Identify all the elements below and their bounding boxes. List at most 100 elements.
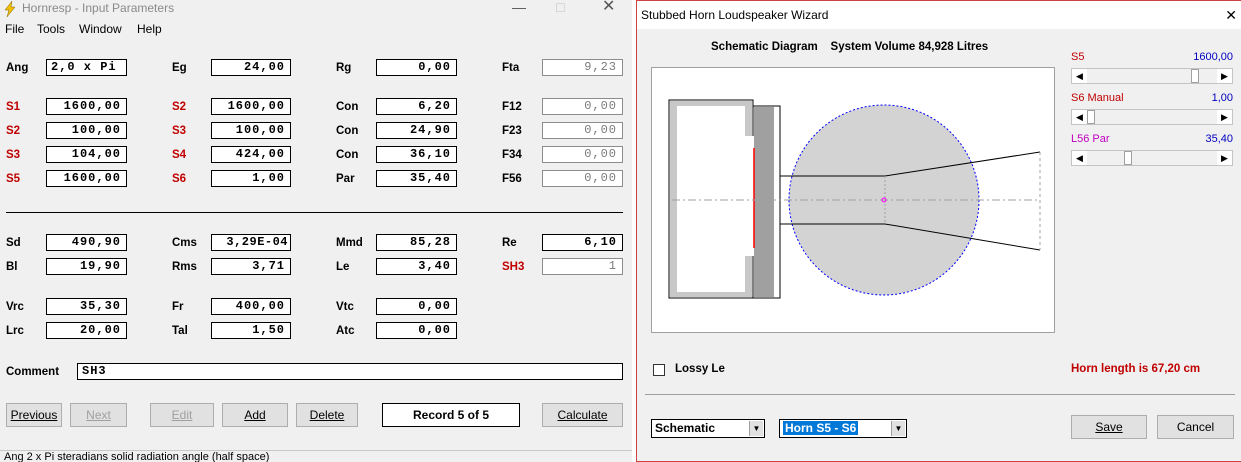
field-re[interactable]: 6,10 [542,234,623,251]
section-select[interactable]: Horn S5 - S6 ▼ [779,419,907,438]
label-s3: S3 [172,125,187,137]
label-re: Re [502,237,517,249]
chevron-down-icon[interactable]: ▼ [891,421,905,436]
scroll-left-icon[interactable]: ◀ [1072,110,1087,124]
delete-button[interactable]: Delete [296,403,358,427]
minimize-icon[interactable]: — [512,0,526,14]
scroll-left-icon[interactable]: ◀ [1072,151,1087,165]
field-bl[interactable]: 19,90 [46,258,127,275]
menu-file[interactable]: File [5,22,24,36]
divider [645,394,1235,395]
label-s4: S4 [172,149,187,161]
schematic-drawing [668,99,1041,299]
slider-l56[interactable]: ◀ ▶ [1071,150,1233,166]
label-atc: Atc [336,325,355,337]
driver-body [754,107,774,297]
field-cms[interactable]: 3,29E-04 [211,234,291,251]
wizard-title-bar: Stubbed Horn Loudspeaker Wizard ✕ [637,1,1241,29]
previous-button[interactable]: Previous [6,403,62,427]
view-select-value: Schematic [655,421,716,435]
field-vtc[interactable]: 0,00 [376,298,457,315]
field-s5[interactable]: 1600,00 [46,170,127,187]
field-par[interactable]: 35,40 [376,170,457,187]
label-le: Le [336,261,350,273]
field-fta: 9,23 [542,59,623,76]
field-f34: 0,00 [542,146,623,163]
calculate-button[interactable]: Calculate [542,403,623,427]
close-icon[interactable]: ✕ [1225,7,1237,24]
label-con2: Con [336,125,359,137]
scroll-left-icon[interactable]: ◀ [1072,69,1087,83]
slider-s5[interactable]: ◀ ▶ [1071,68,1233,84]
slider-s5-value: 1600,00 [1193,51,1233,63]
view-select[interactable]: Schematic ▼ [651,419,765,438]
slider-thumb[interactable] [1087,110,1095,124]
maximize-icon[interactable]: □ [556,0,564,14]
field-s6[interactable]: 1,00 [211,170,291,187]
edit-label: Edit [171,408,193,422]
field-s3b[interactable]: 104,00 [46,146,127,163]
field-s2[interactable]: 1600,00 [211,98,291,115]
field-vrc[interactable]: 35,30 [46,298,127,315]
chevron-down-icon[interactable]: ▼ [749,421,763,436]
comment-field[interactable]: SH3 [77,363,623,380]
hornresp-window: Hornresp - Input Parameters — □ ✕ File T… [0,0,632,462]
edit-button[interactable]: Edit [150,403,214,427]
field-con1[interactable]: 6,20 [376,98,457,115]
field-s4[interactable]: 424,00 [211,146,291,163]
field-atc[interactable]: 0,00 [376,322,457,339]
label-sh3: SH3 [502,261,525,273]
field-tal[interactable]: 1,50 [211,322,291,339]
lossy-le-checkbox[interactable] [653,364,665,376]
section-select-value: Horn S5 - S6 [783,421,859,435]
menu-help[interactable]: Help [137,22,162,36]
field-ang[interactable]: 2,0 x Pi [46,59,127,76]
field-mmd[interactable]: 85,28 [376,234,457,251]
label-comment: Comment [6,366,60,378]
field-le[interactable]: 3,40 [376,258,457,275]
label-f12: F12 [502,101,522,113]
label-fta: Fta [502,62,520,74]
field-eg[interactable]: 24,00 [211,59,291,76]
field-s3[interactable]: 100,00 [211,122,291,139]
wizard-window: Stubbed Horn Loudspeaker Wizard ✕ Schema… [636,0,1241,462]
label-ang: Ang [6,62,29,74]
label-s3b: S3 [6,149,21,161]
field-s1[interactable]: 1600,00 [46,98,127,115]
scroll-right-icon[interactable]: ▶ [1217,151,1232,165]
label-bl: Bl [6,261,18,273]
field-lrc[interactable]: 20,00 [46,322,127,339]
previous-label: Previous [10,408,58,422]
rear-chamber-inner [677,106,745,292]
scroll-right-icon[interactable]: ▶ [1217,110,1232,124]
field-f56: 0,00 [542,170,623,187]
scroll-right-icon[interactable]: ▶ [1217,69,1232,83]
label-f34: F34 [502,149,522,161]
label-mmd: Mmd [336,237,363,249]
cancel-label: Cancel [1176,420,1215,434]
slider-s6[interactable]: ◀ ▶ [1071,109,1233,125]
field-rg[interactable]: 0,00 [376,59,457,76]
field-s2b[interactable]: 100,00 [46,122,127,139]
slider-thumb[interactable] [1124,151,1132,165]
field-con2[interactable]: 24,90 [376,122,457,139]
menu-window[interactable]: Window [79,22,122,36]
label-eg: Eg [172,62,187,74]
next-button[interactable]: Next [70,403,127,427]
slider-thumb[interactable] [1191,69,1199,83]
label-s5: S5 [6,173,21,185]
field-con3[interactable]: 36,10 [376,146,457,163]
field-sd[interactable]: 490,90 [46,234,127,251]
slider-l56-value: 35,40 [1205,133,1233,145]
close-icon[interactable]: ✕ [602,0,615,15]
divider [6,212,623,213]
label-con3: Con [336,149,359,161]
label-s1: S1 [6,101,21,113]
field-fr[interactable]: 400,00 [211,298,291,315]
menu-tools[interactable]: Tools [37,22,65,36]
label-tal: Tal [172,325,188,337]
save-button[interactable]: Save [1071,415,1147,439]
add-button[interactable]: Add [222,403,288,427]
cancel-button[interactable]: Cancel [1157,415,1234,439]
field-rms[interactable]: 3,71 [211,258,291,275]
